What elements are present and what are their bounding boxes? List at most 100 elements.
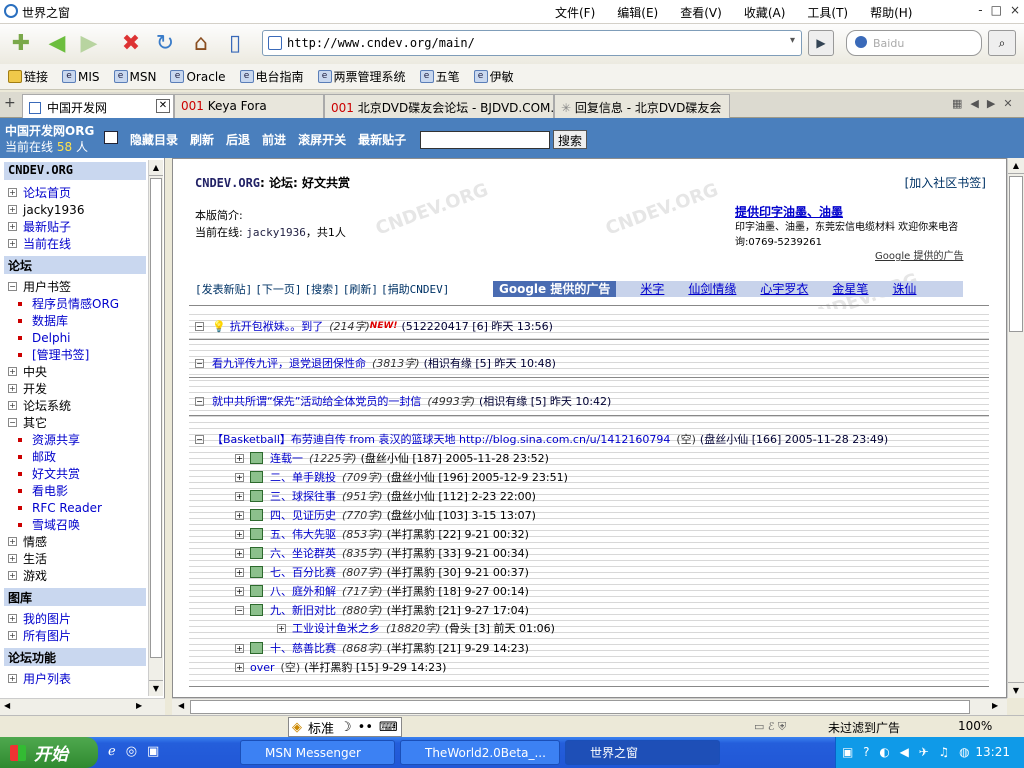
fav-oracle[interactable]: e Oracle — [170, 70, 226, 84]
new-tab-icon[interactable]: ✚ — [6, 28, 36, 58]
expand-icon[interactable]: + — [235, 567, 244, 577]
site-search-input[interactable] — [420, 131, 550, 149]
expand-icon[interactable]: + — [235, 510, 244, 520]
fav-tickets[interactable]: e 两票管理系统 — [317, 68, 406, 85]
tab-close-all-icon[interactable]: ✕ — [1003, 97, 1012, 110]
expand-icon[interactable]: + — [235, 643, 244, 653]
menu-help[interactable]: 帮助(H) — [870, 4, 912, 21]
sidebar-item-database[interactable]: 数据库 — [0, 312, 164, 329]
sidebar-item-forum-home[interactable]: + 论坛首页 — [0, 184, 164, 201]
scroll-thumb[interactable] — [1009, 176, 1023, 332]
sidebar-item-my-pictures[interactable]: + 我的图片 — [0, 610, 164, 627]
zoom-level[interactable]: 100% — [958, 719, 992, 733]
forward-link[interactable]: 前进 — [262, 131, 286, 148]
fav-yimin[interactable]: e 伊敏 — [473, 68, 514, 85]
new-post-link[interactable]: [发表新贴] — [195, 281, 252, 297]
collapse-icon[interactable]: − — [195, 434, 204, 444]
stop-icon[interactable]: ✖ — [116, 28, 146, 58]
sidebar-item-center[interactable]: + 中央 — [0, 363, 164, 380]
menu-file[interactable]: 文件(F) — [555, 4, 595, 21]
donate-link[interactable]: [捐助CNDEV] — [381, 281, 449, 297]
menu-favorites[interactable]: 收藏(A) — [744, 4, 786, 21]
expand-icon[interactable]: + — [235, 453, 244, 463]
gbar-link[interactable]: 心宇罗衣 — [760, 281, 808, 297]
fav-links[interactable]: 链接 — [8, 68, 48, 85]
fav-wubi[interactable]: e 五笔 — [419, 68, 460, 85]
search-button[interactable]: ⌕ — [988, 30, 1016, 56]
ad-filter-status[interactable]: 未过滤到广告 — [828, 719, 900, 736]
sidebar-item-resources[interactable]: 资源共享 — [0, 431, 164, 448]
sidebar-item-snow[interactable]: 雪域召唤 — [0, 516, 164, 533]
sidebar-item-programmer[interactable]: 程序员情感ORG — [0, 295, 164, 312]
sidebar-item-movies[interactable]: 看电影 — [0, 482, 164, 499]
bookmarks-icon[interactable]: ▯ — [220, 28, 250, 58]
sidebar-item-dev[interactable]: + 开发 — [0, 380, 164, 397]
ime-mode[interactable]: 标准 — [305, 718, 337, 737]
fav-mis[interactable]: e MIS — [62, 70, 100, 84]
tab-cndev[interactable]: 中国开发网 ✕ — [22, 94, 174, 118]
desktop-icon[interactable]: ▣ — [147, 744, 159, 759]
sidebar-item-forum-system[interactable]: + 论坛系统 — [0, 397, 164, 414]
site-search-button[interactable]: 搜索 — [553, 130, 588, 149]
sidebar-item-manage-bookmarks[interactable]: [管理书签] — [0, 346, 164, 363]
next-page-link[interactable]: [下一页] — [255, 281, 301, 297]
sidebar-item-all-pictures[interactable]: + 所有图片 — [0, 627, 164, 644]
sidebar-item-rfc[interactable]: RFC Reader — [0, 499, 164, 516]
scroll-toggle-link[interactable]: 滚屏开关 — [298, 131, 346, 148]
ad-google-link[interactable]: Google 提供的广告 — [875, 249, 963, 264]
expand-icon[interactable]: + — [235, 491, 244, 501]
gbar-link[interactable]: 仙剑情缘 — [688, 281, 736, 297]
tab-prev-icon[interactable]: ◀ — [970, 97, 978, 110]
search-box[interactable]: Baidu — [846, 30, 982, 56]
refresh-icon[interactable]: ↻ — [150, 28, 180, 58]
hide-menu-link[interactable]: 隐藏目录 — [130, 131, 178, 148]
expand-icon[interactable]: + — [235, 662, 244, 672]
ad-title-link[interactable]: 提供印字油墨、油墨 — [735, 205, 995, 220]
sidebar-item-emotion[interactable]: + 情感 — [0, 533, 164, 550]
expand-icon[interactable]: + — [235, 548, 244, 558]
online-user-link[interactable]: jacky1936 — [246, 226, 306, 239]
ime-punct-icon[interactable]: •• — [355, 720, 376, 735]
gbar-link[interactable]: 金星笔 — [832, 281, 868, 297]
tab-next-icon[interactable]: ▶ — [987, 97, 995, 110]
minimize-button[interactable]: - — [978, 3, 982, 17]
address-url[interactable]: http://www.cndev.org/main/ — [287, 36, 475, 50]
fav-msn[interactable]: e MSN — [113, 70, 156, 84]
collapse-icon[interactable]: − — [235, 605, 244, 615]
task-theworld-browser[interactable]: 世界之窗 — [565, 740, 720, 765]
sidebar-item-post[interactable]: 邮政 — [0, 448, 164, 465]
latest-posts-link[interactable]: 最新贴子 — [358, 131, 406, 148]
sidebar-item-online[interactable]: + 当前在线 — [0, 235, 164, 252]
tab-grid-icon[interactable]: ▦ — [952, 97, 962, 110]
gbar-link[interactable]: 诛仙 — [892, 281, 916, 297]
sidebar-item-life[interactable]: + 生活 — [0, 550, 164, 567]
back-icon[interactable]: ◀ — [42, 28, 72, 58]
collapse-icon[interactable]: − — [195, 321, 204, 331]
home-icon[interactable]: ⌂ — [186, 28, 216, 58]
main-hscroll[interactable]: ◀ ▶ — [172, 698, 1007, 715]
sidebar-item-delphi[interactable]: Delphi — [0, 329, 164, 346]
fav-radio[interactable]: e 电台指南 — [239, 68, 304, 85]
sidebar-item-user[interactable]: + jacky1936 — [0, 201, 164, 218]
refresh-link[interactable]: 刷新 — [190, 131, 214, 148]
tab-keya[interactable]: 001 Keya Fora — [174, 94, 324, 118]
close-tab-icon[interactable]: ✕ — [156, 99, 170, 113]
dropdown-icon[interactable]: ▾ — [790, 35, 795, 46]
forward-icon[interactable]: ▶ — [74, 28, 104, 58]
collapse-icon[interactable]: − — [195, 358, 204, 368]
address-bar[interactable]: http://www.cndev.org/main/ ▾ — [262, 30, 802, 56]
search-link[interactable]: [搜索] — [305, 281, 340, 297]
refresh-link[interactable]: [刷新] — [343, 281, 378, 297]
maximize-button[interactable]: □ — [991, 3, 1002, 17]
main-vscroll[interactable]: ▲ ▼ — [1007, 158, 1024, 698]
sidebar-item-other[interactable]: − 其它 — [0, 414, 164, 431]
expand-icon[interactable]: + — [235, 529, 244, 539]
task-theworld-installer[interactable]: TheWorld2.0Beta_... — [400, 740, 560, 765]
add-tab-icon[interactable]: + — [4, 96, 18, 111]
start-button[interactable]: 开始 — [0, 737, 98, 768]
tray-icons[interactable]: ▣ ? ◐ ◀ ✈ ♫ ◍ — [842, 745, 973, 759]
sidebar-vscroll[interactable]: ▲ ▼ — [148, 160, 163, 696]
ime-moon-icon[interactable]: ☽ — [337, 720, 355, 735]
tab-reply[interactable]: ✳ 回复信息 - 北京DVD碟友会 — [554, 94, 730, 118]
gbar-link[interactable]: 米字 — [640, 281, 664, 297]
